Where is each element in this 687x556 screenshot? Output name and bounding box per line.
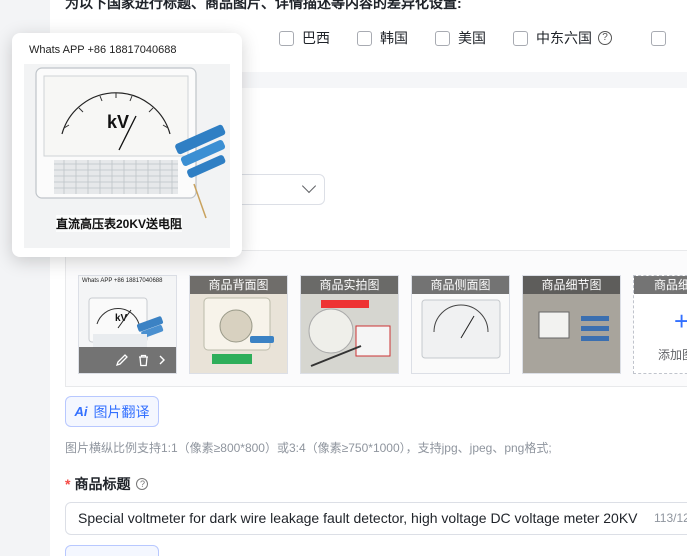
country-option-brazil[interactable]: 巴西 [279, 28, 330, 48]
preview-watermark: Whats APP +86 18817040688 [29, 44, 177, 56]
gallery-thumb-side[interactable]: 商品侧面图 [411, 275, 510, 374]
checkbox[interactable] [513, 30, 528, 46]
image-translate-button[interactable]: Ai 图片翻译 [65, 396, 159, 427]
thumb-label: 商品细节图 [523, 276, 620, 294]
preview-caption: 直流高压表20KV送电阻 [56, 215, 183, 232]
add-image-label: 添加图 [658, 348, 687, 362]
checkbox[interactable] [435, 30, 450, 46]
thumb-label: 商品侧面图 [412, 276, 509, 294]
required-mark: * [65, 476, 71, 492]
gallery-thumb-detail[interactable]: 商品细节图 [522, 275, 621, 374]
product-title-input[interactable]: Special voltmeter for dark wire leakage … [65, 502, 687, 535]
chevron-right-icon[interactable] [158, 354, 166, 366]
question-circle-icon[interactable]: ? [598, 31, 612, 45]
country-checkbox-row: 巴西 韩国 美国 中东六国 ? [279, 28, 674, 48]
image-preview-popover: kV Whats APP +86 18817040688 直流高压表20KV送电… [12, 33, 242, 257]
thumb-action-bar [79, 347, 176, 373]
thumb-label: 商品细 [634, 276, 687, 294]
svg-text:kV: kV [115, 313, 128, 324]
product-edit-page: 为以下国家进行标题、商品图片、详情描述等内容的差异化设置: 巴西 韩国 美国 中… [0, 0, 687, 556]
country-option-usa[interactable]: 美国 [435, 28, 486, 48]
country-label: 韩国 [380, 30, 408, 46]
image-format-hint: 图片横纵比例支持1:1（像素≥800*800）或3:4（像素≥750*1000）… [65, 441, 552, 455]
country-label: 巴西 [302, 30, 330, 46]
checkbox[interactable] [279, 30, 294, 46]
country-option-middle-east[interactable]: 中东六国 ? [513, 28, 612, 48]
thumb-label: 商品背面图 [190, 276, 287, 294]
thumb-label: 商品实拍图 [301, 276, 398, 294]
ai-icon: Ai [74, 404, 88, 419]
meter-unit-text: kV [107, 112, 129, 132]
checkbox[interactable] [357, 30, 372, 46]
country-label: 中东六国 [536, 30, 592, 46]
chevron-down-icon [301, 178, 317, 194]
trash-icon[interactable] [137, 353, 150, 367]
question-circle-icon[interactable]: ? [136, 478, 149, 490]
country-label: 美国 [458, 30, 486, 46]
product-title-label-text: 商品标题 [74, 476, 131, 492]
plus-icon: + [674, 306, 687, 336]
gallery-thumb-back[interactable]: 商品背面图 [189, 275, 288, 374]
gallery-thumb-real[interactable]: 商品实拍图 [300, 275, 399, 374]
country-option-korea[interactable]: 韩国 [357, 28, 408, 48]
add-image-tile[interactable]: 商品细 + 添加图 [633, 275, 687, 374]
pencil-icon[interactable] [115, 353, 129, 367]
checkbox-partial[interactable] [651, 30, 666, 46]
title-char-counter: 113/12 [654, 511, 687, 525]
thumb-watermark: Whats APP +86 18817040688 [82, 278, 163, 284]
gallery-thumb-main[interactable]: kV Whats APP +86 18817040688 [78, 275, 177, 374]
country-settings-heading: 为以下国家进行标题、商品图片、详情描述等内容的差异化设置: [65, 0, 462, 11]
product-title-label: * 商品标题 ? [65, 474, 149, 494]
generate-title-button[interactable] [65, 545, 159, 556]
image-translate-label: 图片翻译 [93, 403, 150, 420]
